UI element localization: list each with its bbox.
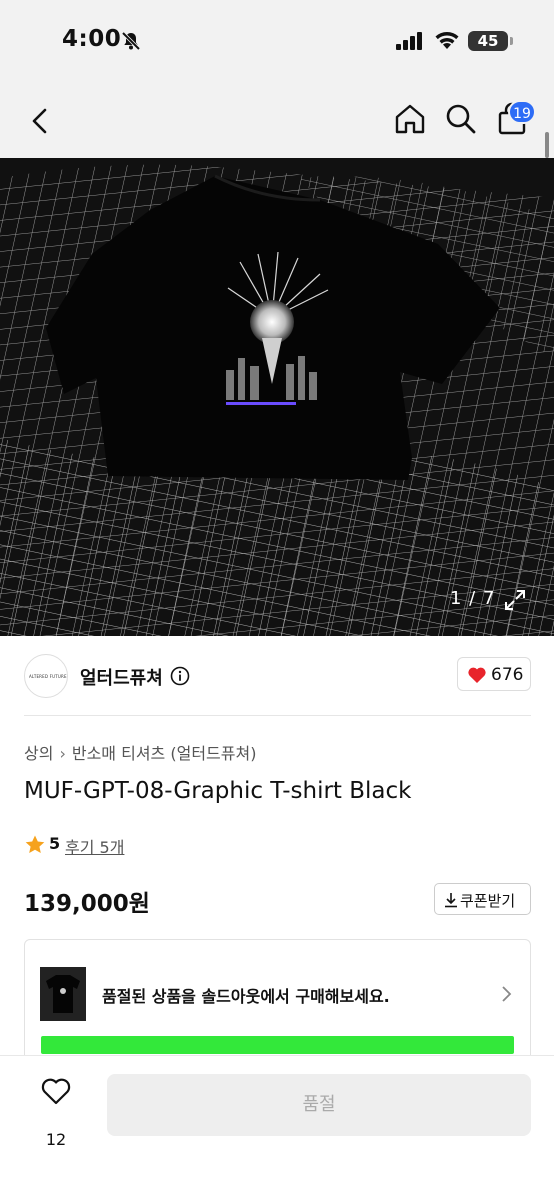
- bottom-action-bar: 12 품절: [0, 1055, 554, 1200]
- product-image-gallery[interactable]: 1 / 7: [0, 158, 554, 636]
- brand-like-button[interactable]: 676: [457, 657, 531, 691]
- product-photo: [0, 158, 554, 636]
- expand-icon[interactable]: [503, 588, 527, 612]
- chevron-right-icon: ›: [59, 744, 66, 763]
- download-icon: [445, 893, 457, 908]
- image-counter: 1 / 7: [450, 588, 496, 609]
- wifi-icon: [435, 32, 459, 49]
- breadcrumb: 상의 › 반소매 티셔츠 (얼터드퓨쳐): [24, 740, 256, 764]
- heart-outline-icon: [41, 1078, 71, 1105]
- info-icon[interactable]: [170, 666, 190, 686]
- home-icon[interactable]: [393, 102, 427, 136]
- soldout-buy-button[interactable]: 품절: [107, 1074, 531, 1136]
- brand-name[interactable]: 얼터드퓨쳐: [80, 664, 163, 690]
- review-count-link[interactable]: 후기 5개: [65, 834, 124, 858]
- heart-filled-icon: [468, 667, 486, 683]
- battery-indicator: 45: [468, 31, 513, 51]
- search-icon[interactable]: [444, 102, 478, 136]
- brand-row: ALTERED FUTURE 얼터드퓨쳐 676: [0, 636, 554, 716]
- cart-count-badge: 19: [508, 100, 536, 124]
- divider: [24, 715, 531, 716]
- coupon-label: 쿠폰받기: [460, 892, 516, 910]
- back-arrow-icon[interactable]: [24, 104, 58, 138]
- chevron-right-icon: [502, 986, 512, 1002]
- wishlist-count: 12: [45, 1130, 67, 1149]
- product-title: MUF-GPT-08-Graphic T-shirt Black: [24, 778, 412, 804]
- brand-logo[interactable]: ALTERED FUTURE: [24, 654, 68, 698]
- top-navigation: [0, 82, 554, 158]
- status-time: 4:00: [62, 26, 122, 52]
- rating-score: 5: [49, 834, 61, 853]
- wishlist-button[interactable]: 12: [38, 1076, 74, 1149]
- product-thumbnail: [40, 967, 86, 1021]
- breadcrumb-item-category[interactable]: 상의: [24, 744, 53, 763]
- coupon-button[interactable]: 쿠폰받기: [434, 883, 531, 915]
- product-price: 139,000원: [24, 891, 150, 917]
- brand-like-count: 676: [491, 665, 524, 685]
- brand-logo-text: ALTERED FUTURE: [29, 674, 67, 679]
- promo-strip: [41, 1036, 514, 1054]
- scrollbar[interactable]: [545, 132, 549, 158]
- star-icon: [25, 835, 45, 853]
- soldout-message: 품절된 상품을 솔드아웃에서 구매해보세요.: [102, 987, 390, 1006]
- status-bar: 4:00 45: [0, 0, 554, 82]
- bell-muted-icon: [121, 31, 141, 51]
- cellular-signal-icon: [396, 32, 422, 50]
- breadcrumb-item-subcategory[interactable]: 반소매 티셔츠 (얼터드퓨쳐): [72, 744, 257, 763]
